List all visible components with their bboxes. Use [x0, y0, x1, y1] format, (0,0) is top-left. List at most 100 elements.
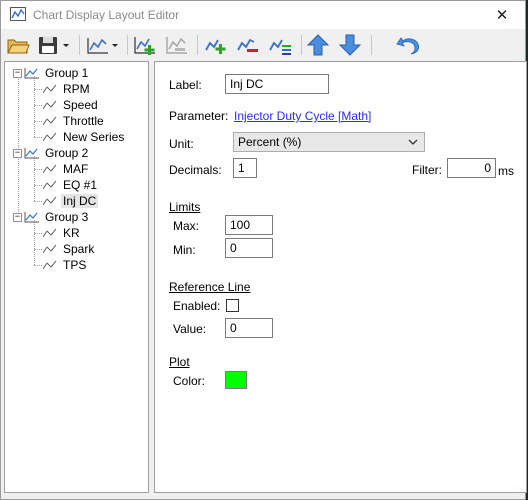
add-series-button[interactable] [203, 33, 231, 57]
undo-button[interactable] [394, 33, 422, 57]
series-icon [24, 212, 39, 223]
add-chart-icon [134, 37, 155, 55]
move-down-icon [338, 34, 362, 56]
series-line-icon [42, 196, 57, 206]
open-button[interactable] [5, 33, 31, 57]
tree-item[interactable]: Speed [34, 97, 100, 113]
tree-line [34, 184, 42, 186]
tree-group-3[interactable]: − Group 3 [13, 209, 90, 225]
title-bar: Chart Display Layout Editor ✕ [1, 1, 525, 29]
tree-item-selected[interactable]: Inj DC [34, 193, 99, 209]
tree-item[interactable]: TPS [34, 257, 88, 273]
collapse-icon[interactable]: − [13, 68, 22, 78]
decimals-input[interactable]: 1 [233, 158, 257, 178]
tree-line [34, 168, 42, 170]
enabled-checkbox[interactable] [226, 299, 239, 312]
min-caption: Min: [173, 243, 196, 257]
add-chart-button[interactable] [132, 33, 158, 57]
series-properties-panel: Label: Inj DC Parameter: Injector Duty C… [154, 61, 527, 493]
tree-item[interactable]: RPM [34, 81, 92, 97]
color-caption: Color: [173, 374, 206, 388]
chevron-down-icon [407, 136, 419, 151]
tree-line [34, 120, 42, 122]
tree-line [34, 200, 42, 202]
limits-heading: Limits [169, 200, 201, 214]
filter-input[interactable]: 0 [447, 158, 496, 178]
series-tree[interactable]: − Group 1 RPM Speed Throttle New Series … [4, 61, 149, 493]
max-caption: Max: [173, 219, 200, 233]
reference-line-heading: Reference Line [169, 280, 251, 294]
tree-item-label: Inj DC [61, 194, 99, 208]
filter-unit-label: ms [498, 164, 514, 178]
remove-chart-button[interactable] [164, 33, 190, 57]
tree-item[interactable]: KR [34, 225, 82, 241]
tree-line [34, 88, 42, 90]
remove-series-button[interactable] [235, 33, 263, 57]
chart-app-icon [10, 7, 26, 21]
chart-layout-editor-window: Chart Display Layout Editor ✕ − Group 1 … [0, 0, 527, 500]
tree-group-label: Group 2 [45, 146, 89, 160]
folder-open-icon [7, 39, 30, 54]
unit-selected-value: Percent (%) [238, 135, 302, 149]
move-down-button[interactable] [337, 33, 363, 57]
min-input[interactable]: 0 [225, 238, 273, 258]
label-input[interactable]: Inj DC [225, 74, 329, 94]
tree-group-1[interactable]: − Group 1 [13, 65, 90, 81]
remove-chart-icon [166, 37, 187, 54]
tree-line [34, 232, 42, 234]
tree-group-2[interactable]: − Group 2 [13, 145, 90, 161]
series-line-icon [42, 244, 57, 254]
series-line-icon [42, 180, 57, 190]
tree-line [34, 104, 42, 106]
save-button[interactable] [36, 33, 72, 57]
parameter-caption: Parameter: [169, 109, 229, 123]
close-button[interactable]: ✕ [479, 1, 525, 29]
tree-line [34, 248, 42, 250]
tree-item[interactable]: EQ #1 [34, 177, 99, 193]
series-line-icon [42, 84, 57, 94]
toolbar-separator [301, 35, 302, 55]
tree-item-label: TPS [63, 258, 87, 272]
tree-item-label: New Series [63, 130, 125, 144]
close-icon: ✕ [495, 7, 509, 24]
series-line-icon [42, 132, 57, 142]
collapse-icon[interactable]: − [13, 148, 22, 158]
tree-item[interactable]: MAF [34, 161, 90, 177]
series-list-button[interactable] [267, 33, 295, 57]
add-series-icon [205, 39, 226, 54]
tree-group-label: Group 1 [45, 66, 89, 80]
chart-dropdown-button[interactable] [85, 33, 121, 57]
max-input[interactable]: 100 [225, 215, 273, 235]
color-swatch[interactable] [225, 371, 247, 389]
decimals-caption: Decimals: [169, 163, 222, 177]
undo-icon [396, 37, 419, 55]
reference-value-input[interactable]: 0 [225, 318, 273, 338]
series-line-icon [42, 228, 57, 238]
tree-item-label: KR [63, 226, 80, 240]
toolbar-separator [371, 35, 372, 55]
tree-line [34, 136, 42, 138]
remove-series-icon [237, 38, 258, 52]
tree-item-label: MAF [63, 162, 89, 176]
toolbar [1, 29, 525, 61]
move-up-button[interactable] [305, 33, 331, 57]
tree-item[interactable]: Throttle [34, 113, 106, 129]
parameter-link[interactable]: Injector Duty Cycle [Math] [234, 109, 371, 123]
tree-line [34, 264, 42, 266]
window-title: Chart Display Layout Editor [33, 8, 180, 22]
collapse-icon[interactable]: − [13, 212, 22, 222]
move-up-icon [306, 34, 330, 56]
enabled-caption: Enabled: [173, 299, 221, 313]
series-line-icon [42, 100, 57, 110]
label-caption: Label: [169, 78, 202, 92]
series-line-icon [42, 164, 57, 174]
tree-item[interactable]: New Series [34, 129, 126, 145]
series-list-icon [269, 39, 291, 55]
tree-item-label: RPM [63, 82, 90, 96]
unit-caption: Unit: [169, 137, 194, 151]
tree-item-label: Throttle [63, 114, 104, 128]
unit-select[interactable]: Percent (%) [233, 132, 425, 152]
tree-item-label: Spark [63, 242, 95, 256]
tree-item[interactable]: Spark [34, 241, 96, 257]
series-icon [24, 68, 39, 79]
